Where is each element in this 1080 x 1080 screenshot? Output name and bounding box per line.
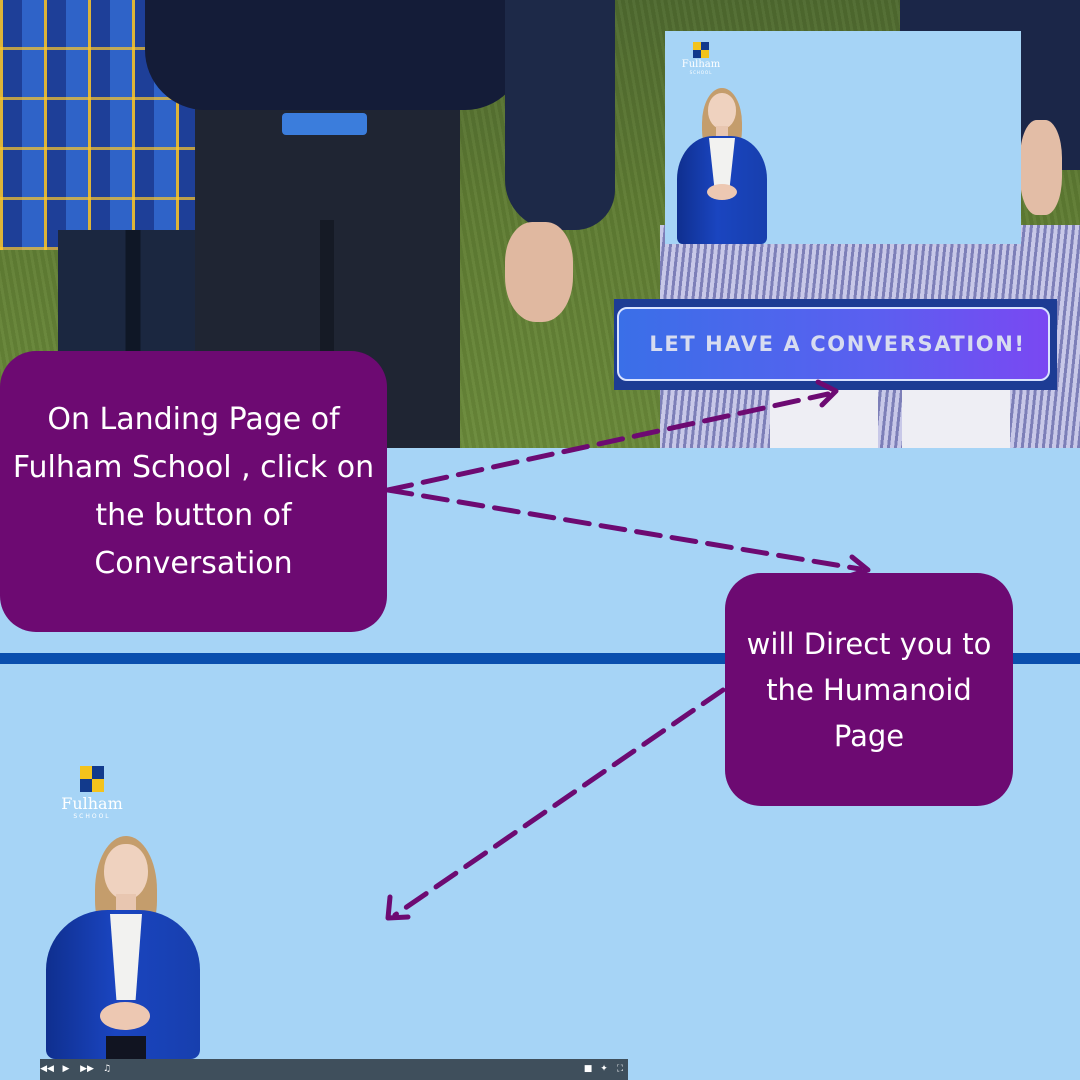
step-one-callout: On Landing Page of Fulham School , click… xyxy=(0,351,387,632)
arrow-to-step-two xyxy=(385,487,863,572)
arrow-to-humanoid xyxy=(392,687,726,918)
step-two-callout: will Direct you to the Humanoid Page xyxy=(725,573,1013,806)
arrow-to-cta-button xyxy=(385,391,831,493)
